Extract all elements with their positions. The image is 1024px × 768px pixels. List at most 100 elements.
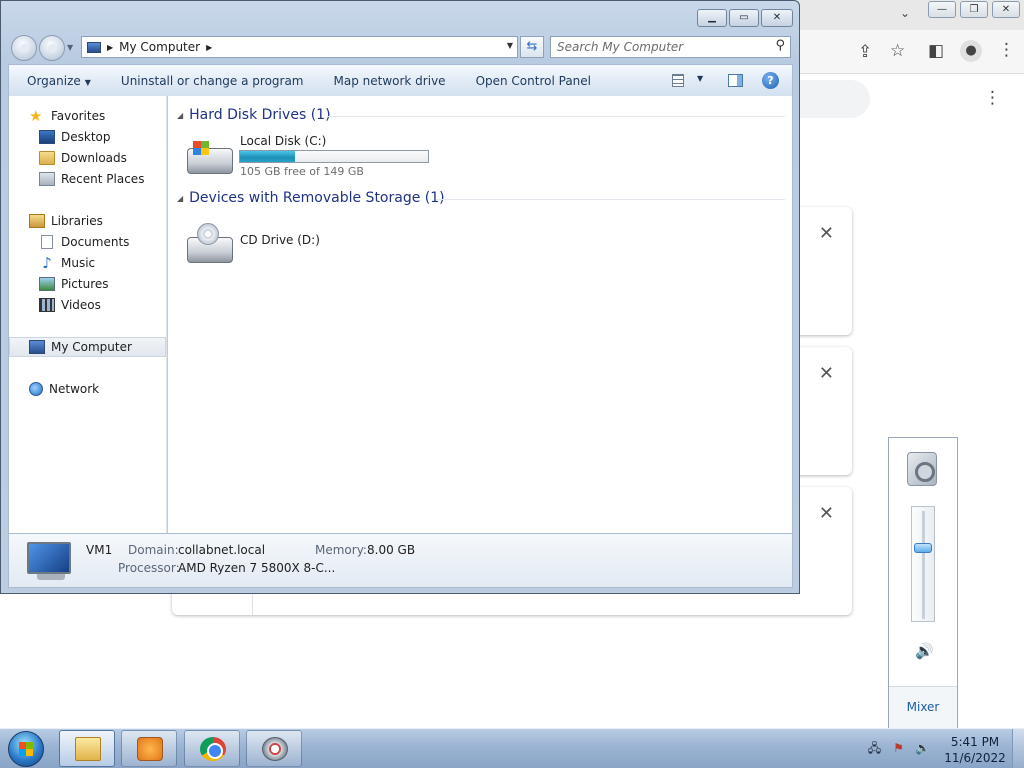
background-toolbar: ⇪ ☆ ◧ ● ⋮	[790, 30, 1024, 74]
organize-label: Organize	[27, 73, 81, 88]
nav-network[interactable]: Network	[9, 379, 166, 399]
taskbar-tool-button[interactable]	[246, 730, 302, 767]
clock-time: 5:41 PM	[950, 735, 1000, 749]
drive-cd-d[interactable]: CD Drive (D:)	[184, 223, 384, 266]
open-control-panel-button[interactable]: Open Control Panel	[461, 74, 606, 88]
volume-slider[interactable]	[911, 506, 935, 622]
close-button[interactable]: ✕	[761, 9, 793, 27]
nav-recent-places[interactable]: Recent Places	[9, 169, 166, 189]
group-header-hard-disks[interactable]: ◢ Hard Disk Drives (1)	[168, 104, 331, 126]
windows-logo-icon	[193, 141, 209, 155]
volume-slider-groove	[922, 511, 925, 619]
page-menu-icon[interactable]: ⋮	[984, 88, 1001, 108]
nav-documents[interactable]: Documents	[9, 232, 166, 252]
nav-downloads[interactable]: Downloads	[9, 148, 166, 168]
recent-pages-dropdown-icon[interactable]: ▼	[67, 43, 73, 52]
breadcrumb-location[interactable]: My Computer	[119, 40, 200, 54]
group-title: Hard Disk Drives (1)	[189, 107, 331, 123]
close-icon[interactable]: ✕	[819, 363, 834, 384]
nav-label: Videos	[61, 298, 101, 312]
volume-slider-thumb[interactable]	[914, 543, 932, 554]
taskbar-media-player-button[interactable]	[121, 730, 177, 767]
breadcrumb-arrow-icon[interactable]: ▶	[206, 43, 212, 52]
background-titlebar: ⌄ — ❐ ✕	[790, 0, 1024, 30]
taskbar-chrome-button[interactable]	[184, 730, 240, 767]
forward-button[interactable]	[39, 35, 65, 61]
organize-menu[interactable]: Organize ▼	[9, 74, 106, 88]
nav-my-computer[interactable]: My Computer	[9, 337, 166, 357]
memory-value: 8.00 GB	[367, 543, 416, 557]
start-button[interactable]	[8, 731, 44, 767]
view-options-dropdown-icon[interactable]: ▼	[697, 74, 703, 83]
collapse-triangle-icon[interactable]: ◢	[177, 194, 183, 203]
nav-favorites[interactable]: ★ Favorites	[9, 106, 166, 126]
background-search-pill[interactable]	[790, 80, 870, 118]
nav-videos[interactable]: Videos	[9, 295, 166, 315]
chrome-icon	[200, 737, 226, 761]
speaker-mute-icon[interactable]: 🔊	[915, 642, 934, 660]
tray-clock[interactable]: 5:41 PM 11/6/2022	[944, 734, 1006, 766]
search-input[interactable]	[551, 37, 761, 57]
volume-tray-icon[interactable]: 🔈	[915, 741, 930, 755]
drive-name: CD Drive (D:)	[240, 233, 320, 247]
preview-pane-icon[interactable]	[728, 74, 743, 87]
group-header-removable[interactable]: ◢ Devices with Removable Storage (1)	[168, 187, 445, 209]
refresh-button[interactable]: ⇆	[520, 36, 544, 58]
network-tray-icon[interactable]: 🖧	[867, 741, 882, 755]
speaker-device-icon[interactable]	[907, 452, 937, 486]
change-view-icon[interactable]	[672, 74, 684, 87]
show-desktop-button[interactable]	[1012, 729, 1024, 768]
mixer-link[interactable]: Mixer	[889, 686, 957, 728]
address-dropdown-icon[interactable]: ▼	[507, 41, 513, 50]
chevron-down-icon: ▼	[84, 77, 91, 87]
nav-label: Libraries	[51, 214, 103, 228]
search-icon[interactable]: ⚲	[775, 38, 785, 53]
nav-label: Music	[61, 256, 96, 270]
libraries-icon	[29, 214, 45, 228]
action-center-flag-icon[interactable]: ⚑	[891, 741, 906, 755]
minimize-button[interactable]: ▁	[697, 9, 727, 27]
breadcrumb-arrow-icon[interactable]: ▶	[107, 43, 113, 52]
drive-capacity-fill	[240, 151, 296, 162]
close-icon[interactable]: ✕	[819, 503, 834, 524]
profile-icon[interactable]: ●	[960, 40, 982, 62]
collapse-triangle-icon[interactable]: ◢	[177, 111, 183, 120]
uninstall-program-button[interactable]: Uninstall or change a program	[106, 74, 319, 88]
star-icon[interactable]: ☆	[890, 41, 905, 61]
command-bar: Organize ▼ Uninstall or change a program …	[8, 64, 793, 96]
documents-icon	[41, 235, 53, 249]
share-icon[interactable]: ⇪	[858, 42, 872, 62]
memory-label: Memory:	[315, 543, 367, 557]
map-network-drive-button[interactable]: Map network drive	[319, 74, 461, 88]
side-panel-icon[interactable]: ◧	[928, 41, 944, 61]
videos-icon	[39, 298, 55, 312]
kebab-menu-icon[interactable]: ⋮	[998, 40, 1015, 60]
bg-close-button[interactable]: ✕	[992, 1, 1020, 18]
nav-label: Documents	[61, 235, 130, 249]
drive-local-disk-c[interactable]: Local Disk (C:) 105 GB free of 149 GB	[184, 134, 454, 180]
downloads-folder-icon	[39, 151, 55, 165]
close-icon[interactable]: ✕	[819, 223, 834, 244]
explorer-window: ▁ ▭ ✕ ▼ ▶ My Computer ▶ ▼ ⇆ ⚲ Organize▼ …	[0, 0, 800, 594]
search-box[interactable]: ⚲	[550, 36, 791, 58]
drive-name: Local Disk (C:)	[240, 134, 327, 148]
pictures-icon	[39, 277, 55, 291]
address-bar[interactable]: ▶ My Computer ▶ ▼	[81, 36, 518, 58]
processor-value: AMD Ryzen 7 5800X 8-C...	[178, 561, 336, 575]
network-icon	[29, 382, 43, 396]
nav-pictures[interactable]: Pictures	[9, 274, 166, 294]
back-button[interactable]	[11, 35, 37, 61]
nav-music[interactable]: ♪ Music	[9, 253, 166, 273]
bg-minimize-button[interactable]: —	[928, 1, 956, 18]
help-icon[interactable]: ?	[762, 72, 779, 89]
media-player-icon	[137, 737, 163, 761]
taskbar-explorer-button[interactable]	[59, 730, 115, 767]
recent-places-icon	[39, 172, 55, 186]
tab-dropdown-icon[interactable]: ⌄	[900, 6, 910, 20]
maximize-button[interactable]: ▭	[729, 9, 759, 27]
computer-name: VM1	[86, 543, 113, 557]
tool-app-icon	[262, 737, 288, 761]
bg-restore-button[interactable]: ❐	[960, 1, 988, 18]
nav-desktop[interactable]: Desktop	[9, 127, 166, 147]
nav-libraries[interactable]: Libraries	[9, 211, 166, 231]
